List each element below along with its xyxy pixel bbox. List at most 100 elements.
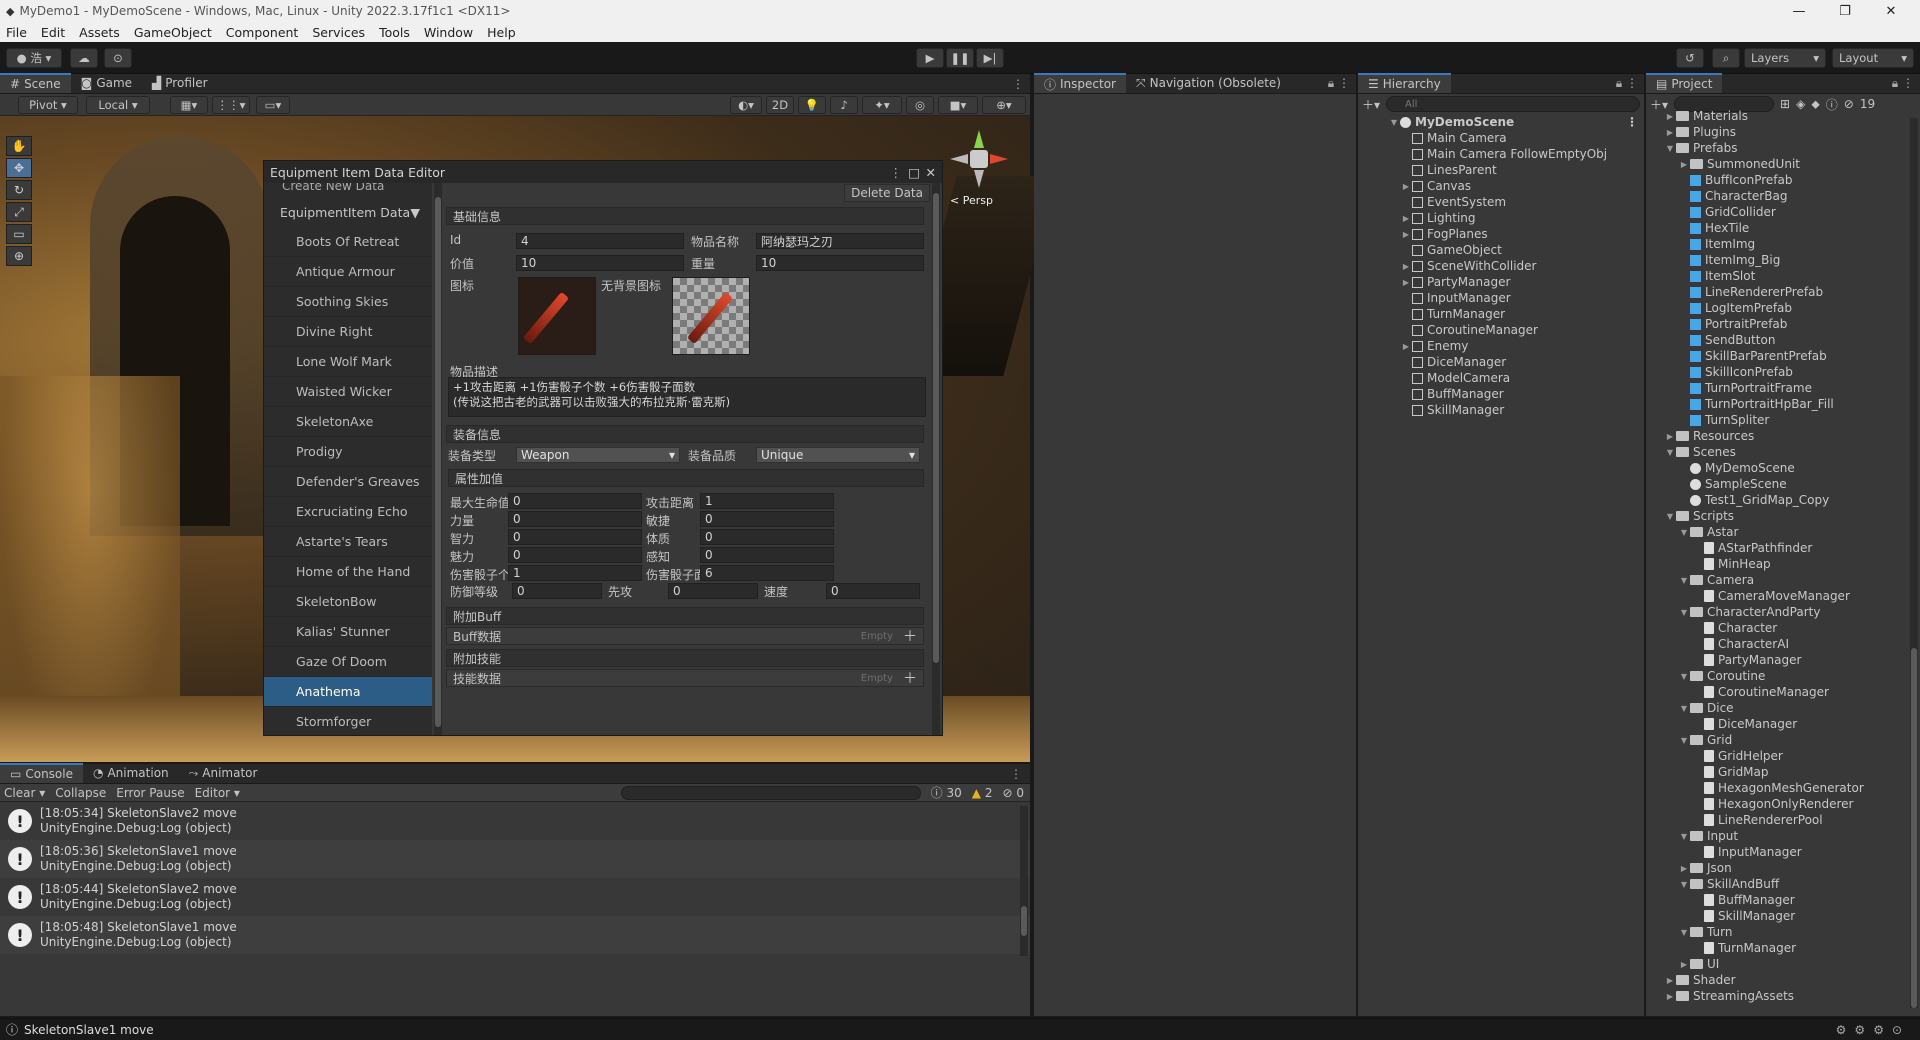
tab-profiler[interactable]: ▟ Profiler [142, 73, 217, 93]
hierarchy-item[interactable]: GameObject [1358, 242, 1644, 258]
project-item[interactable]: ▼ CharacterAndParty [1646, 604, 1920, 620]
cloud-icon[interactable]: ☁ [70, 48, 98, 68]
add-buff-button[interactable]: ＋ [903, 626, 917, 646]
menu-component[interactable]: Component [226, 25, 299, 40]
scene-root[interactable]: ▼ MyDemoScene ⋮ [1358, 114, 1644, 130]
project-item[interactable]: PortraitPrefab [1646, 316, 1920, 332]
equip-quality-dropdown[interactable]: Unique ▾ [756, 447, 920, 463]
filter-icon[interactable]: ⊞ [1780, 97, 1790, 111]
initiative-input[interactable]: 0 [668, 583, 758, 599]
scroll-thumb[interactable] [435, 197, 441, 727]
menu-help[interactable]: Help [487, 25, 516, 40]
scroll-thumb[interactable] [1911, 648, 1917, 1008]
item-icon-field[interactable] [518, 277, 596, 355]
scene-menu-icon[interactable]: ⋮ [1626, 115, 1638, 129]
label-filter-icon[interactable]: ⬥ [1811, 97, 1819, 112]
play-button[interactable]: ▶ [916, 48, 944, 68]
tab-navigation[interactable]: ⤧ Navigation (Obsolete) [1126, 73, 1291, 93]
project-item[interactable]: SampleScene [1646, 476, 1920, 492]
tab-project[interactable]: ▤ Project [1646, 73, 1723, 93]
list-item[interactable]: Stormforger [264, 707, 432, 735]
info-count-toggle[interactable]: ⓘ 30 [931, 784, 962, 801]
project-item[interactable]: ▼ Coroutine [1646, 668, 1920, 684]
project-item[interactable]: AStarPathfinder [1646, 540, 1920, 556]
project-item[interactable]: ▶ Shader [1646, 972, 1920, 988]
project-item[interactable]: ▼ Camera [1646, 572, 1920, 588]
list-item[interactable]: Lone Wolf Mark [264, 347, 432, 377]
hierarchy-item[interactable]: InputManager [1358, 290, 1644, 306]
pivot-dropdown[interactable]: Pivot ▾ [18, 96, 78, 114]
attribute-input[interactable]: 0 [508, 493, 642, 509]
lock-icon[interactable]: 🔒︎ ⋮ [1328, 76, 1350, 91]
effects-dropdown[interactable]: ✦▾ [862, 96, 902, 114]
project-item[interactable]: GridMap [1646, 764, 1920, 780]
project-item[interactable]: TurnPortraitFrame [1646, 380, 1920, 396]
project-item[interactable]: ▼ Astar [1646, 524, 1920, 540]
project-item[interactable]: ▼ Prefabs [1646, 140, 1920, 156]
project-item[interactable]: CharacterBag [1646, 188, 1920, 204]
attribute-input[interactable]: 0 [700, 529, 834, 545]
project-item[interactable]: Test1_GridMap_Copy [1646, 492, 1920, 508]
delete-data-button[interactable]: Delete Data [844, 184, 930, 202]
list-item[interactable]: Home of the Hand [264, 557, 432, 587]
attribute-input[interactable]: 1 [700, 493, 834, 509]
collab-icon[interactable]: ⊙ [104, 48, 132, 68]
gizmos-dropdown[interactable]: ⊕▾ [982, 96, 1026, 114]
hierarchy-item[interactable]: EventSystem [1358, 194, 1644, 210]
speed-input[interactable]: 0 [826, 583, 920, 599]
hand-tool-icon[interactable]: ✋ [6, 136, 32, 156]
clear-button[interactable]: Clear ▾ [4, 786, 45, 800]
list-item[interactable]: Boots Of Retreat [264, 227, 432, 257]
hierarchy-item[interactable]: ▶ Canvas [1358, 178, 1644, 194]
editor-maximize-icon[interactable]: □ [908, 165, 920, 180]
add-icon[interactable]: ＋▾ [1650, 96, 1668, 113]
snap-increment-button[interactable]: ⋮⋮▾ [212, 96, 250, 114]
camera-dropdown[interactable]: ■▾ [938, 96, 978, 114]
lock-icon[interactable]: 🔒︎ ⋮ [1616, 76, 1638, 91]
project-item[interactable]: InputManager [1646, 844, 1920, 860]
tab-console[interactable]: ▭ Console [0, 763, 83, 783]
add-skill-button[interactable]: ＋ [903, 668, 917, 688]
list-item[interactable]: Excruciating Echo [264, 497, 432, 527]
project-item[interactable]: HexagonOnlyRenderer [1646, 796, 1920, 812]
tab-game[interactable]: ◙ Game [71, 73, 142, 93]
hierarchy-item[interactable]: Main Camera FollowEmptyObj [1358, 146, 1644, 162]
menu-assets[interactable]: Assets [79, 25, 120, 40]
project-item[interactable]: BuffManager [1646, 892, 1920, 908]
equip-type-dropdown[interactable]: Weapon ▾ [516, 447, 680, 463]
project-item[interactable]: PartyManager [1646, 652, 1920, 668]
minimize-button[interactable]: — [1776, 0, 1822, 22]
project-item[interactable]: TurnSpliter [1646, 412, 1920, 428]
add-icon[interactable]: ＋▾ [1362, 96, 1380, 113]
project-item[interactable]: ▶ StreamingAssets [1646, 988, 1920, 1004]
project-item[interactable]: ItemImg_Big [1646, 252, 1920, 268]
list-item[interactable]: Divine Right [264, 317, 432, 347]
menu-services[interactable]: Services [312, 25, 365, 40]
project-item[interactable]: CharacterAI [1646, 636, 1920, 652]
project-item[interactable]: TurnPortraitHpBar_Fill [1646, 396, 1920, 412]
project-item[interactable]: Character [1646, 620, 1920, 636]
project-item[interactable]: ▼ Scripts [1646, 508, 1920, 524]
list-item[interactable]: Defender's Greaves [264, 467, 432, 497]
noback-icon-field[interactable] [672, 277, 750, 355]
project-item[interactable]: SendButton [1646, 332, 1920, 348]
hierarchy-item[interactable]: BuffManager [1358, 386, 1644, 402]
project-item[interactable]: BuffIconPrefab [1646, 172, 1920, 188]
project-item[interactable]: MyDemoScene [1646, 460, 1920, 476]
project-item[interactable]: ItemImg [1646, 236, 1920, 252]
tab-scene[interactable]: # Scene [0, 73, 71, 93]
rect-tool-icon[interactable]: ▭ [6, 224, 32, 244]
list-item[interactable]: Astarte's Tears [264, 527, 432, 557]
hidden-packages-icon[interactable]: ⊘ [1844, 97, 1854, 111]
list-item[interactable]: Prodigy [264, 437, 432, 467]
project-scrollbar[interactable] [1910, 118, 1918, 1008]
local-dropdown[interactable]: Local ▾ [86, 96, 150, 114]
project-item[interactable]: TurnManager [1646, 940, 1920, 956]
tab-hierarchy[interactable]: ☰ Hierarchy [1358, 73, 1451, 93]
transform-tool-icon[interactable]: ⊕ [6, 246, 32, 266]
project-item[interactable]: ▶ UI [1646, 956, 1920, 972]
item-name-input[interactable]: 阿纳瑟玛之刃 [756, 233, 924, 249]
tab-inspector[interactable]: ⓘ Inspector [1034, 73, 1126, 93]
hierarchy-item[interactable]: ▶ SceneWithCollider [1358, 258, 1644, 274]
menu-tools[interactable]: Tools [379, 25, 410, 40]
